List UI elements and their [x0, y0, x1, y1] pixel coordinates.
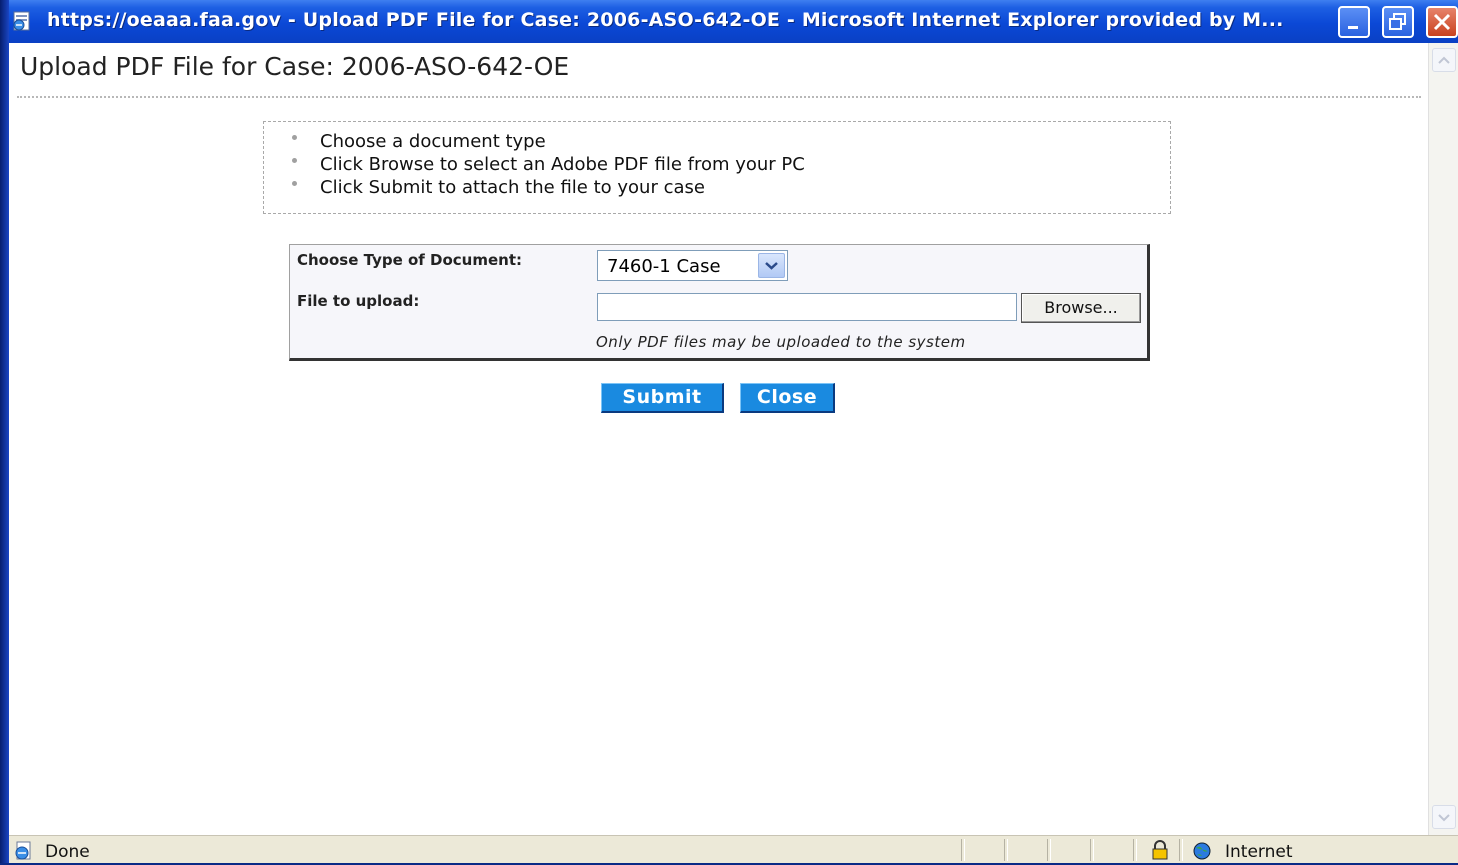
title-divider: [17, 96, 1421, 98]
window-title: https://oeaaa.faa.gov - Upload PDF File …: [47, 9, 1284, 31]
instruction-text: Choose a document type: [320, 131, 546, 152]
close-window-button[interactable]: [1426, 6, 1458, 38]
status-divider: [961, 839, 965, 861]
scroll-down-button[interactable]: [1432, 805, 1456, 829]
lock-icon[interactable]: [1149, 839, 1171, 861]
restore-button[interactable]: [1382, 6, 1414, 38]
browse-button[interactable]: Browse...: [1021, 293, 1141, 323]
restore-icon: [1389, 13, 1406, 30]
instructions-box: Choose a document type Click Browse to s…: [263, 121, 1171, 214]
submit-button[interactable]: Submit: [601, 383, 724, 413]
file-upload-label: File to upload:: [297, 292, 420, 310]
bullet-icon: [292, 158, 297, 163]
security-zone-label: Internet: [1225, 842, 1293, 862]
vertical-scrollbar[interactable]: [1428, 43, 1458, 835]
instruction-item: Choose a document type: [288, 132, 805, 155]
ie-page-icon: [13, 841, 35, 861]
minimize-icon: [1348, 26, 1358, 29]
window-titlebar[interactable]: https://oeaaa.faa.gov - Upload PDF File …: [9, 0, 1458, 43]
status-divider: [1133, 839, 1137, 861]
doc-type-value: 7460-1 Case: [607, 256, 721, 277]
chevron-up-icon: [1438, 56, 1450, 64]
close-icon: [1433, 13, 1451, 31]
status-divider: [1179, 839, 1183, 861]
globe-icon: [1191, 841, 1213, 861]
ie-page-icon: [11, 10, 33, 32]
status-divider: [1090, 839, 1094, 861]
chevron-down-icon: [1438, 814, 1450, 822]
pdf-only-note: Only PDF files may be uploaded to the sy…: [596, 333, 966, 351]
close-button[interactable]: Close: [740, 383, 835, 413]
minimize-button[interactable]: [1338, 6, 1370, 38]
doc-type-label: Choose Type of Document:: [297, 251, 523, 269]
status-divider: [1004, 839, 1008, 861]
status-text: Done: [45, 842, 90, 862]
instruction-item: Click Browse to select an Adobe PDF file…: [288, 155, 805, 178]
doc-type-select[interactable]: 7460-1 Case: [597, 250, 788, 281]
status-divider: [1047, 839, 1051, 861]
file-path-input[interactable]: [597, 293, 1017, 321]
chevron-down-icon[interactable]: [758, 253, 785, 278]
page-content: Upload PDF File for Case: 2006-ASO-642-O…: [9, 43, 1428, 835]
instruction-item: Click Submit to attach the file to your …: [288, 178, 805, 201]
bullet-icon: [292, 135, 297, 140]
status-bar: Done Internet: [9, 835, 1458, 863]
instruction-text: Click Browse to select an Adobe PDF file…: [320, 154, 805, 175]
instruction-text: Click Submit to attach the file to your …: [320, 177, 705, 198]
page-title: Upload PDF File for Case: 2006-ASO-642-O…: [20, 52, 570, 81]
bullet-icon: [292, 181, 297, 186]
desktop-edge: [0, 0, 9, 863]
scroll-up-button[interactable]: [1432, 48, 1456, 72]
upload-form: Choose Type of Document: 7460-1 Case Fil…: [289, 244, 1150, 361]
